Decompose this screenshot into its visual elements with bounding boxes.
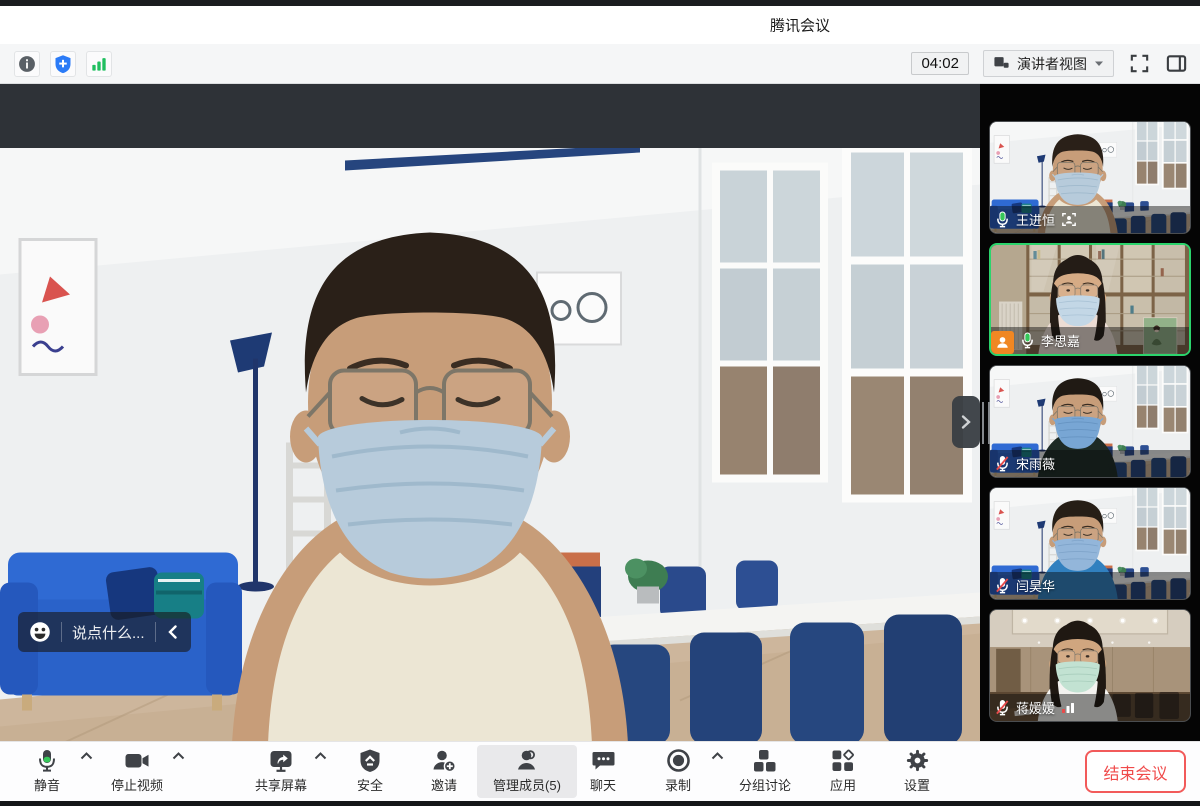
focus-view-icon [1061, 212, 1077, 227]
apps-button[interactable]: 应用 [808, 742, 878, 794]
poor-network-icon [1061, 701, 1075, 714]
chevron-left-icon[interactable] [166, 624, 180, 640]
mic-on-icon [995, 211, 1010, 228]
divider [61, 622, 62, 642]
top-toolbar: 04:02 演讲者视图 [0, 44, 1200, 84]
meeting-timer: 04:02 [911, 52, 969, 75]
share-screen-button[interactable]: 共享屏幕 [241, 742, 321, 794]
participant-tile-yanhaohua[interactable]: 闫昊华 [989, 487, 1191, 600]
video-options-caret[interactable] [172, 752, 185, 760]
bottom-toolbar: 静音 停止视频 共享屏幕 安全 邀请 [0, 741, 1200, 801]
settings-button[interactable]: 设置 [882, 742, 952, 794]
manage-members-button[interactable]: 管理成员(5) [477, 745, 577, 798]
members-icon [514, 747, 540, 774]
mic-options-caret[interactable] [80, 752, 93, 760]
apps-label: 应用 [830, 775, 856, 794]
settings-label: 设置 [904, 775, 930, 794]
chevron-right-icon [960, 414, 972, 430]
host-badge-icon [991, 331, 1014, 354]
camera-icon [124, 747, 150, 774]
participant-strip: 李思嘉 [991, 327, 1189, 354]
security-button[interactable]: 安全 [335, 742, 405, 794]
participant-name: 蒋媛媛 [1016, 698, 1055, 717]
title-bar: 腾讯会议 [0, 6, 1200, 44]
mic-muted-icon [995, 699, 1010, 716]
chat-input-placeholder[interactable]: 说点什么... [72, 622, 145, 643]
mute-label: 静音 [34, 775, 60, 794]
end-meeting-button[interactable]: 结束会议 [1085, 750, 1186, 793]
invite-person-icon [431, 747, 457, 774]
manage-members-label: 管理成员(5) [493, 775, 561, 794]
side-panel-icon[interactable] [1165, 52, 1188, 75]
mic-muted-icon [995, 455, 1010, 472]
participant-name: 王进恒 [1016, 210, 1055, 229]
breakout-rooms-label: 分组讨论 [739, 775, 791, 794]
mic-muted-icon [995, 577, 1010, 594]
participant-strip: 闫昊华 [990, 572, 1190, 599]
divider [155, 622, 156, 642]
chat-button[interactable]: 聊天 [568, 742, 638, 794]
record-label: 录制 [665, 775, 691, 794]
participant-name: 宋雨薇 [1016, 454, 1055, 473]
participant-tile-songyuwei[interactable]: 宋雨薇 [989, 365, 1191, 478]
stop-video-button[interactable]: 停止视频 [97, 742, 177, 794]
security-label: 安全 [357, 775, 383, 794]
share-screen-label: 共享屏幕 [255, 775, 307, 794]
panel-resize-grip[interactable] [982, 402, 990, 444]
share-options-caret[interactable] [314, 752, 327, 760]
record-icon [666, 747, 691, 774]
chat-quick-bar: 说点什么... [18, 612, 191, 652]
participant-tile-jiangyuanyuan[interactable]: 蒋媛媛 [989, 609, 1191, 722]
main-video-area: 说点什么... [0, 84, 980, 741]
chat-label: 聊天 [590, 775, 616, 794]
view-mode-label: 演讲者视图 [1017, 54, 1087, 74]
layout-icon [993, 55, 1010, 72]
participant-strip: 蒋媛媛 [990, 694, 1190, 721]
breakout-rooms-button[interactable]: 分组讨论 [722, 742, 808, 794]
view-mode-button[interactable]: 演讲者视图 [983, 50, 1114, 77]
signal-bars-icon[interactable] [86, 51, 112, 77]
share-screen-icon [268, 747, 294, 774]
participant-tile-wangjinheng[interactable]: 王进恒 [989, 121, 1191, 234]
participant-tile-lisijia[interactable]: 李思嘉 [989, 243, 1191, 356]
gear-icon [905, 747, 930, 774]
apps-grid-icon [831, 747, 855, 774]
meeting-stage: 说点什么... 王进恒 [0, 84, 1200, 741]
record-button[interactable]: 录制 [643, 742, 713, 794]
participants-sidebar: 王进恒 李思嘉 [980, 84, 1200, 741]
main-video-feed: 说点什么... [0, 148, 980, 741]
microphone-icon [34, 747, 60, 774]
participant-name: 闫昊华 [1016, 576, 1055, 595]
desktop-edge [0, 801, 1200, 806]
mic-on-icon [1020, 332, 1035, 349]
meeting-window: 腾讯会议 04:02 演讲者视图 [0, 0, 1200, 806]
chat-bubble-icon [591, 747, 616, 774]
sidebar-collapse-handle[interactable] [952, 396, 980, 448]
app-title: 腾讯会议 [770, 15, 830, 36]
meeting-status-icons [14, 51, 112, 77]
participant-name: 李思嘉 [1041, 331, 1080, 350]
caret-down-icon [1094, 60, 1104, 67]
fullscreen-icon[interactable] [1128, 52, 1151, 75]
participant-strip: 宋雨薇 [990, 450, 1190, 477]
breakout-blocks-icon [753, 747, 777, 774]
shield-icon [358, 747, 382, 774]
shield-plus-icon[interactable] [50, 51, 76, 77]
stop-video-label: 停止视频 [111, 775, 163, 794]
invite-button[interactable]: 邀请 [409, 742, 479, 794]
mute-button[interactable]: 静音 [12, 742, 82, 794]
info-icon[interactable] [14, 51, 40, 77]
smiley-icon[interactable] [29, 621, 51, 643]
invite-label: 邀请 [431, 775, 457, 794]
participant-strip: 王进恒 [990, 206, 1190, 233]
view-controls: 04:02 演讲者视图 [911, 50, 1188, 77]
